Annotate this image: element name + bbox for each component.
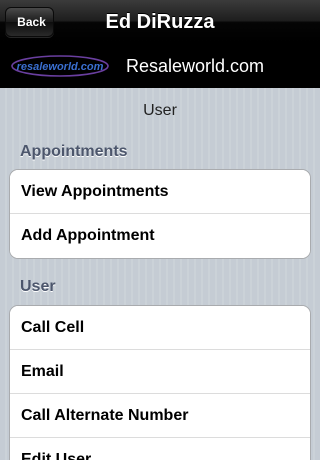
row-label: Email xyxy=(21,362,64,380)
back-button-label: Back xyxy=(17,15,46,29)
email-row[interactable]: Email xyxy=(10,350,310,394)
section-header-appointments: Appointments xyxy=(20,143,128,160)
content-area[interactable]: User Appointments View Appointments Add … xyxy=(0,88,320,460)
row-label: Call Cell xyxy=(21,318,85,336)
resaleworld-logo: resaleworld.com xyxy=(11,55,109,77)
row-label: View Appointments xyxy=(21,182,169,200)
call-cell-row[interactable]: Call Cell xyxy=(10,306,310,350)
navigation-bar: Back Ed DiRuzza xyxy=(0,0,320,44)
appointments-group: View Appointments Add Appointment xyxy=(9,169,311,259)
user-group: Call Cell Email Call Alternate Number Ed… xyxy=(9,305,311,460)
brand-banner: resaleworld.com Resaleworld.com xyxy=(0,44,320,88)
back-button[interactable]: Back xyxy=(5,7,54,37)
edit-user-row[interactable]: Edit User xyxy=(10,438,310,460)
page-title: Ed DiRuzza xyxy=(105,10,215,33)
section-title: User xyxy=(143,102,177,119)
svg-text:resaleworld.com: resaleworld.com xyxy=(17,61,104,73)
row-label: Add Appointment xyxy=(21,227,155,244)
view-appointments-row[interactable]: View Appointments xyxy=(10,170,310,214)
add-appointment-row[interactable]: Add Appointment xyxy=(10,214,310,258)
row-label: Edit User xyxy=(21,451,92,460)
banner-title: Resaleworld.com xyxy=(126,55,265,76)
row-label: Call Alternate Number xyxy=(21,406,189,424)
section-header-user: User xyxy=(20,278,56,295)
call-alternate-number-row[interactable]: Call Alternate Number xyxy=(10,394,310,438)
